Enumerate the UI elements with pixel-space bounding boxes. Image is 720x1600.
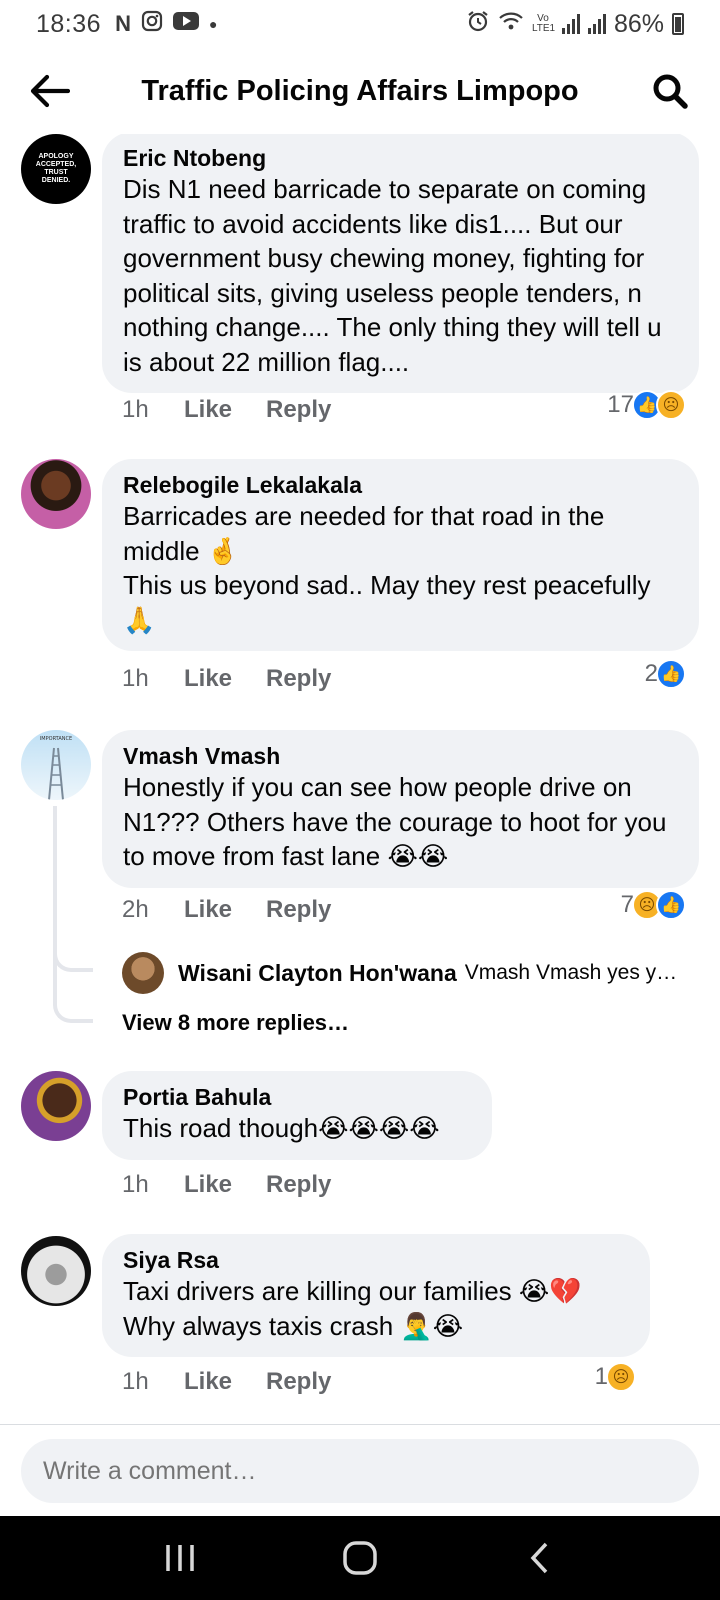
comment-time[interactable]: 1h <box>122 1368 184 1396</box>
dot-icon: ● <box>208 16 218 32</box>
comment-text: Barricades are needed for that road in t… <box>123 501 651 635</box>
comment-actions: 1h Like Reply <box>122 396 331 424</box>
comment-text: Honestly if you can see how people drive… <box>123 772 667 871</box>
like-button[interactable]: Like <box>184 1171 266 1199</box>
signal-icon-2 <box>587 14 606 34</box>
comment-actions: 2h Like Reply <box>122 896 331 924</box>
avatar[interactable] <box>122 952 164 994</box>
home-button[interactable] <box>320 1528 400 1588</box>
reply-preview[interactable]: Wisani Clayton Hon'wana Vmash Vmash yes … <box>122 952 692 994</box>
svg-text:IMPORTANCE: IMPORTANCE <box>40 736 72 742</box>
reaction-summary[interactable]: 17 👍 ☹ <box>607 390 686 420</box>
sad-face-icon: ☹ <box>606 1362 636 1392</box>
like-button[interactable]: Like <box>184 896 266 924</box>
comment-bubble[interactable]: Siya Rsa Taxi drivers are killing our fa… <box>102 1234 650 1357</box>
system-back-button[interactable] <box>500 1528 580 1588</box>
youtube-icon <box>172 11 199 37</box>
comment-time[interactable]: 1h <box>122 1171 184 1199</box>
battery-icon <box>672 13 684 35</box>
comment-bubble[interactable]: Portia Bahula This road though😭😭😭😭 <box>102 1071 492 1160</box>
reaction-count: 17 <box>607 391 634 418</box>
comment-text: Taxi drivers are killing our families 😭💔… <box>123 1276 582 1341</box>
battery-percent: 86% <box>613 9 664 38</box>
thumbs-up-icon: 👍 <box>656 890 686 920</box>
avatar-text: APOLOGY ACCEPTED, TRUST DENIED. <box>35 153 77 184</box>
comment-bubble[interactable]: Eric Ntobeng Dis N1 need barricade to se… <box>102 134 699 393</box>
comment-text: Dis N1 need barricade to separate on com… <box>123 174 662 377</box>
status-bar: 18:36 N ● Vo LTE1 86% <box>0 0 720 48</box>
netflix-icon: N <box>115 11 131 36</box>
comment-time[interactable]: 1h <box>122 665 184 693</box>
reply-author[interactable]: Wisani Clayton Hon'wana <box>178 960 457 987</box>
avatar[interactable] <box>21 1236 91 1306</box>
search-button[interactable] <box>644 65 696 117</box>
page-title: Traffic Policing Affairs Limpopo <box>141 74 579 107</box>
avatar[interactable] <box>21 1071 91 1141</box>
chevron-left-icon <box>530 1542 548 1574</box>
arrow-left-icon <box>30 74 70 108</box>
avatar[interactable] <box>21 459 91 529</box>
reply-button[interactable]: Reply <box>266 665 331 693</box>
system-nav-bar <box>0 1516 720 1600</box>
reply-button[interactable]: Reply <box>266 1368 331 1396</box>
comment-author[interactable]: Vmash Vmash <box>123 742 679 770</box>
thread-line <box>53 926 93 1023</box>
reply-button[interactable]: Reply <box>266 896 331 924</box>
home-icon <box>343 1541 377 1575</box>
comment-author[interactable]: Relebogile Lekalakala <box>123 471 679 499</box>
recent-apps-icon <box>166 1545 194 1571</box>
back-button[interactable] <box>24 65 76 117</box>
reply-text: Vmash Vmash yes y… <box>464 961 678 984</box>
reaction-summary[interactable]: 7 ☹ 👍 <box>621 890 686 920</box>
comment-bubble[interactable]: Relebogile Lekalakala Barricades are nee… <box>102 459 699 651</box>
ladder-image: IMPORTANCE <box>40 736 72 800</box>
thumbs-up-icon: 👍 <box>656 659 686 689</box>
signal-icon <box>561 14 580 34</box>
reaction-summary[interactable]: 2 👍 <box>645 659 686 689</box>
comment-text: This road though😭😭😭😭 <box>123 1113 440 1143</box>
comment-time[interactable]: 2h <box>122 896 184 924</box>
comment-actions: 1h Like Reply <box>122 1171 331 1199</box>
like-button[interactable]: Like <box>184 1368 266 1396</box>
wifi-icon <box>498 10 524 39</box>
comment-input[interactable] <box>21 1439 699 1503</box>
view-more-replies-link[interactable]: View 8 more replies… <box>122 1010 349 1036</box>
sad-face-icon: ☹ <box>656 390 686 420</box>
notification-icons: N ● <box>115 10 217 38</box>
reply-button[interactable]: Reply <box>266 396 331 424</box>
avatar[interactable]: APOLOGY ACCEPTED, TRUST DENIED. <box>21 134 91 204</box>
alarm-icon <box>466 9 490 40</box>
status-time: 18:36 <box>36 9 102 38</box>
comment-author[interactable]: Siya Rsa <box>123 1246 630 1274</box>
search-icon <box>653 74 688 109</box>
recent-apps-button[interactable] <box>140 1528 220 1588</box>
like-button[interactable]: Like <box>184 396 266 424</box>
reply-button[interactable]: Reply <box>266 1171 331 1199</box>
reaction-summary[interactable]: 1 ☹ <box>595 1362 636 1392</box>
comment-bubble[interactable]: Vmash Vmash Honestly if you can see how … <box>102 730 699 888</box>
comment-author[interactable]: Portia Bahula <box>123 1083 472 1111</box>
comment-actions: 1h Like Reply <box>122 1368 331 1396</box>
comment-composer <box>0 1424 720 1516</box>
volte-label: Vo LTE1 <box>531 13 556 34</box>
comment-time[interactable]: 1h <box>122 396 184 424</box>
avatar[interactable]: IMPORTANCE <box>21 730 91 800</box>
comment-author[interactable]: Eric Ntobeng <box>123 144 679 172</box>
like-button[interactable]: Like <box>184 665 266 693</box>
comment-actions: 1h Like Reply <box>122 665 331 693</box>
comments-list: APOLOGY ACCEPTED, TRUST DENIED. Eric Nto… <box>0 134 720 1424</box>
instagram-icon <box>141 10 163 38</box>
app-header: Traffic Policing Affairs Limpopo <box>0 48 720 134</box>
